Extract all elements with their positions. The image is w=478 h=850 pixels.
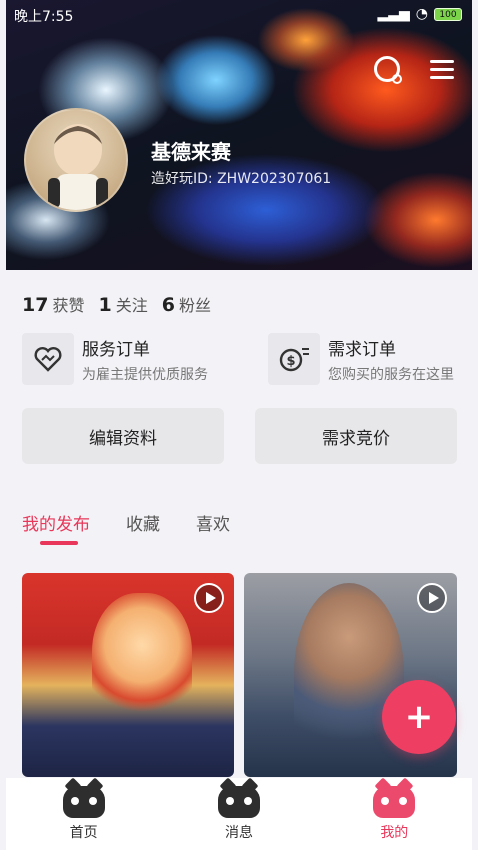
tab-favorites[interactable]: 收藏 <box>126 510 160 535</box>
post-thumbnail <box>92 593 192 723</box>
stat-likes[interactable]: 17 获赞 <box>22 292 84 316</box>
demand-orders[interactable]: $ 需求订单 您购买的服务在这里 <box>268 333 454 385</box>
stat-followers-count: 6 <box>161 294 175 316</box>
demand-orders-title: 需求订单 <box>328 339 396 360</box>
nav-profile-label: 我的 <box>380 825 409 841</box>
content-tabs: 我的发布 收藏 喜欢 <box>22 510 230 535</box>
service-orders-title: 服务订单 <box>82 339 150 360</box>
cat-profile-icon <box>373 786 416 818</box>
bottom-nav: 首页 消息 我的 <box>6 778 472 850</box>
status-time: 晚上7:55 <box>14 9 74 25</box>
menu-icon[interactable] <box>430 60 454 79</box>
tab-my-posts[interactable]: 我的发布 <box>22 510 90 535</box>
profile-stats: 17 获赞 1 关注 6 粉丝 <box>22 292 211 316</box>
cat-message-icon <box>217 786 260 818</box>
nav-profile[interactable]: 我的 <box>339 786 449 842</box>
tab-active-indicator <box>40 541 78 545</box>
tab-likes[interactable]: 喜欢 <box>196 510 230 535</box>
username: 基德来赛 <box>151 140 231 164</box>
stat-following-label: 关注 <box>115 296 148 315</box>
svg-text:$: $ <box>286 354 295 369</box>
user-id: 造好玩ID: ZHW202307061 <box>151 171 332 187</box>
signal-icon: ▂▃▅ <box>377 6 410 22</box>
stat-followers[interactable]: 6 粉丝 <box>162 292 211 316</box>
battery-icon: 100 <box>434 7 462 21</box>
service-orders-subtitle: 为雇主提供优质服务 <box>82 366 208 383</box>
video-play-icon <box>417 583 447 613</box>
search-icon[interactable] <box>374 56 402 84</box>
status-bar: 晚上7:55 ▂▃▅ ◔ 100 <box>14 6 464 26</box>
stat-likes-count: 17 <box>22 294 49 316</box>
status-icons: ▂▃▅ ◔ 100 <box>377 6 462 22</box>
dollar-list-icon: $ <box>268 333 320 385</box>
plus-icon: + <box>404 697 434 737</box>
demand-orders-subtitle: 您购买的服务在这里 <box>328 366 454 383</box>
stat-following[interactable]: 1 关注 <box>98 292 147 316</box>
demand-bidding-button[interactable]: 需求竞价 <box>255 408 457 464</box>
post-card[interactable] <box>22 573 234 777</box>
stat-likes-label: 获赞 <box>52 296 85 315</box>
wifi-icon: ◔ <box>415 6 428 22</box>
nav-home[interactable]: 首页 <box>29 786 139 842</box>
nav-messages-label: 消息 <box>224 825 253 841</box>
create-post-button[interactable]: + <box>382 680 456 754</box>
cat-home-icon <box>62 786 105 818</box>
nav-messages[interactable]: 消息 <box>184 786 294 842</box>
edit-profile-button[interactable]: 编辑资料 <box>22 408 224 464</box>
avatar[interactable] <box>24 108 128 212</box>
video-play-icon <box>194 583 224 613</box>
stat-followers-label: 粉丝 <box>178 296 211 315</box>
stat-following-count: 1 <box>98 294 112 316</box>
handshake-heart-icon <box>22 333 74 385</box>
nav-home-label: 首页 <box>69 825 98 841</box>
profile-header: 晚上7:55 ▂▃▅ ◔ 100 基德来赛 造好玩ID: ZHW20230706… <box>6 0 472 270</box>
service-orders[interactable]: 服务订单 为雇主提供优质服务 <box>22 333 208 385</box>
